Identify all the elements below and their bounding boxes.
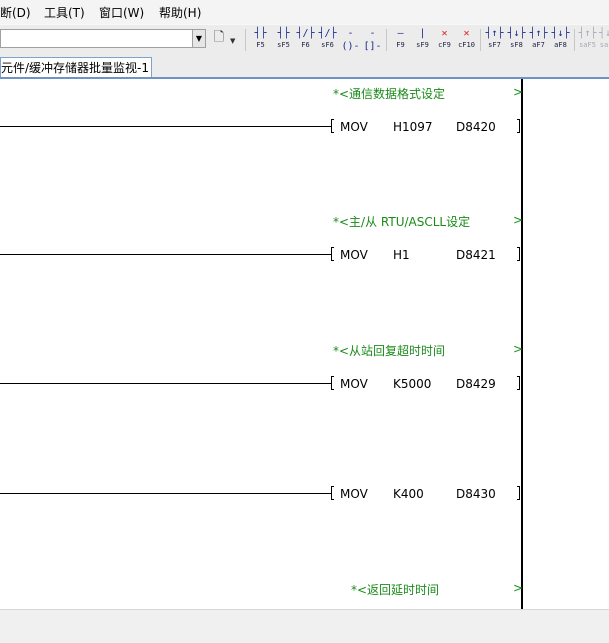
rung-comment: *<主/从 RTU/ASCLL设定	[333, 215, 471, 229]
delete-horizontal-line-button[interactable]: ✕ cF9	[434, 27, 455, 53]
application-instruction-icon: -[]-	[363, 28, 382, 52]
disabled-pulse-button[interactable]: ┤↑├ saF5	[577, 27, 598, 53]
falling-pulse-icon: ┤↓├	[507, 28, 526, 39]
rising-pulse-button[interactable]: ┤↑├ sF7	[484, 27, 505, 53]
horizontal-line-button[interactable]: — F9	[390, 27, 411, 53]
rung-comment: *<从站回复超时时间	[333, 344, 446, 358]
rung-line	[0, 126, 331, 127]
toolbar-separator	[386, 29, 387, 51]
application-instruction-button[interactable]: -[]- F8	[362, 27, 383, 62]
toolbar-separator	[480, 29, 481, 51]
instruction-destination[interactable]: D8420	[456, 120, 496, 134]
rung-comment-end: >	[513, 85, 524, 99]
instruction-mnemonic[interactable]: MOV	[340, 248, 368, 262]
contact-parallel-nc-button[interactable]: ┤/├ sF6	[317, 27, 338, 53]
ladder-editor[interactable]: *<通信数据格式设定 > MOV H1097 D8420 *<主/从 RTU/A…	[0, 79, 609, 609]
tab-bar: 元件/缓冲存储器批量监视-1	[0, 54, 609, 78]
toolbar-separator	[574, 29, 575, 51]
menu-diagnostics[interactable]: 断(D)	[0, 4, 31, 21]
instruction-destination[interactable]: D8430	[456, 487, 496, 501]
toolbar-separator	[245, 29, 246, 51]
contact-parallel-nc-icon: ┤/├	[318, 28, 337, 39]
instruction-mnemonic[interactable]: MOV	[340, 120, 368, 134]
coil-icon: -()-	[341, 28, 360, 52]
toolbar: ▼ 🗋 ▼ ┤├ F5 ┤├ sF5 ┤/├ F6 ┤/├ sF6 -()- F…	[0, 24, 609, 62]
chevron-down-icon[interactable]: ▼	[192, 29, 206, 48]
horizontal-line-icon: —	[397, 28, 404, 39]
disabled-pulse-partial-icon: ┤↓├	[599, 28, 609, 39]
instruction-bracket-left	[331, 376, 334, 390]
instruction-destination[interactable]: D8421	[456, 248, 496, 262]
document-icon[interactable]: 🗋	[211, 29, 227, 47]
dropdown-arrow-icon[interactable]: ▼	[230, 37, 235, 45]
rung-comment: *<返回延时时间	[351, 583, 440, 597]
instruction-mnemonic[interactable]: MOV	[340, 487, 368, 501]
contact-no-button[interactable]: ┤├ F5	[250, 27, 271, 53]
rising-pulse-icon: ┤↑├	[485, 28, 504, 39]
contact-parallel-no-button[interactable]: ┤├ sF5	[273, 27, 294, 53]
parallel-rising-pulse-button[interactable]: ┤↑├ aF7	[528, 27, 549, 53]
parallel-rising-pulse-icon: ┤↑├	[529, 28, 548, 39]
instruction-source[interactable]: H1097	[393, 120, 433, 134]
instruction-bracket-left	[331, 247, 334, 261]
menu-tools[interactable]: 工具(T)	[44, 4, 85, 21]
delete-vertical-line-button[interactable]: ✕ cF10	[456, 27, 477, 53]
falling-pulse-button[interactable]: ┤↓├ sF8	[506, 27, 527, 53]
parallel-falling-pulse-button[interactable]: ┤↓├ aF8	[550, 27, 571, 53]
rung-line	[0, 254, 331, 255]
delete-vertical-line-icon: ✕	[463, 28, 470, 39]
instruction-bracket-left	[331, 486, 334, 500]
toolbar-combo[interactable]	[0, 29, 206, 48]
rung-comment-end: >	[513, 213, 524, 227]
rung-line	[0, 383, 331, 384]
status-bar	[0, 609, 609, 643]
contact-no-icon: ┤├	[254, 28, 267, 39]
vertical-line-button[interactable]: | sF9	[412, 27, 433, 53]
instruction-bracket-right	[517, 376, 520, 390]
instruction-bracket-left	[331, 119, 334, 133]
coil-button[interactable]: -()- F7	[340, 27, 361, 62]
contact-parallel-no-icon: ┤├	[277, 28, 290, 39]
instruction-source[interactable]: K5000	[393, 377, 431, 391]
contact-nc-icon: ┤/├	[296, 28, 315, 39]
vertical-line-icon: |	[419, 28, 426, 39]
instruction-mnemonic[interactable]: MOV	[340, 377, 368, 391]
disabled-pulse-icon: ┤↑├	[578, 28, 597, 39]
rung-comment-end: >	[513, 342, 524, 356]
instruction-bracket-right	[517, 247, 520, 261]
tab-device-buffer-monitor[interactable]: 元件/缓冲存储器批量监视-1	[0, 57, 152, 78]
menu-help[interactable]: 帮助(H)	[159, 4, 201, 21]
disabled-pulse-button-partial[interactable]: ┤↓├ sa	[599, 27, 609, 53]
instruction-destination[interactable]: D8429	[456, 377, 496, 391]
rung-comment-end: >	[513, 581, 524, 595]
contact-nc-button[interactable]: ┤/├ F6	[295, 27, 316, 53]
instruction-bracket-right	[517, 119, 520, 133]
instruction-source[interactable]: H1	[393, 248, 410, 262]
delete-horizontal-line-icon: ✕	[441, 28, 448, 39]
parallel-falling-pulse-icon: ┤↓├	[551, 28, 570, 39]
rung-line	[0, 493, 331, 494]
instruction-source[interactable]: K400	[393, 487, 424, 501]
rung-comment: *<通信数据格式设定	[333, 87, 446, 101]
menu-window[interactable]: 窗口(W)	[99, 4, 144, 21]
menu-bar: 断(D) 工具(T) 窗口(W) 帮助(H)	[0, 0, 609, 24]
instruction-bracket-right	[517, 486, 520, 500]
